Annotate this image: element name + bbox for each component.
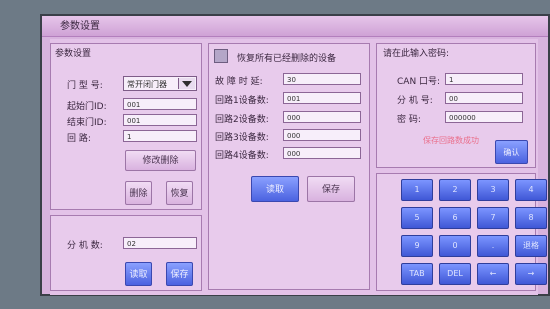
start-id-label: 起始门ID: [67,102,107,112]
loop1-count-label: 回路1设备数: [215,96,269,106]
loop-input[interactable]: 1 [123,130,197,142]
fault-delay-input[interactable]: 30 [283,73,361,85]
keypad-panel: 1 2 3 4 5 6 7 8 9 0 . 退格 TAB DEL ← → [376,173,547,291]
loop2-count-label: 回路2设备数: [215,115,269,125]
door-type-value: 常开闭门器 [127,80,167,89]
loop4-count-input[interactable]: 000 [283,147,361,159]
end-id-label: 结束门ID: [67,118,107,128]
restore-all-label: 恢复所有已经删除的设备 [237,54,337,64]
modify-delete-button[interactable]: 修改删除 [125,150,196,171]
key-1[interactable]: 1 [401,179,433,201]
delete-button[interactable]: 删除 [125,181,152,205]
content-area: 参数设置 门 型 号: 常开闭门器 起始门ID: 001 结束门ID: 00 1 … [50,39,547,295]
restore-button[interactable]: 恢复 [166,181,193,205]
restore-all-checkbox[interactable] [214,49,228,63]
save-success-hint: 保存回路数成功 [423,136,479,145]
key-2[interactable]: 2 [439,179,471,201]
save-button[interactable]: 保存 [166,262,193,286]
confirm-button[interactable]: 确认 [495,140,528,164]
left-panel-title: 参数设置 [55,49,92,59]
key-left[interactable]: ← [477,263,509,285]
loop2-count-input[interactable]: 000 [283,111,361,123]
loop4-count-label: 回路4设备数: [215,151,269,161]
start-id-input[interactable]: 001 [123,98,197,110]
extension-count-label: 分 机 数: [67,241,103,251]
key-7[interactable]: 7 [477,207,509,229]
password-input[interactable]: 000000 [445,111,523,123]
key-4[interactable]: 4 [515,179,547,201]
extension-count-input[interactable]: 02 [123,237,197,249]
loop3-count-input[interactable]: 000 [283,129,361,141]
can-port-label: CAN 口号: [397,77,441,87]
read-button[interactable]: 读取 [125,262,152,286]
loop-read-button[interactable]: 读取 [251,176,299,202]
key-5[interactable]: 5 [401,207,433,229]
loop1-count-input[interactable]: 001 [283,92,361,104]
can-port-input[interactable]: 1 [445,73,523,85]
loop3-count-label: 回路3设备数: [215,133,269,143]
chevron-down-icon[interactable] [178,78,195,89]
left-panel: 参数设置 门 型 号: 常开闭门器 起始门ID: 001 结束门ID: 001 … [50,43,202,210]
key-tab[interactable]: TAB [401,263,433,285]
fault-delay-label: 故 障 时 延: [215,77,263,87]
key-3[interactable]: 3 [477,179,509,201]
password-label: 密 码: [397,115,421,125]
extension-number-label: 分 机 号: [397,96,433,106]
key-backspace[interactable]: 退格 [515,235,547,257]
extension-panel: 分 机 数: 02 读取 保存 [50,215,202,291]
password-panel-title: 请在此输入密码: [383,49,450,59]
app-window: 参数设置 参数设置 门 型 号: 常开闭门器 起始门ID: 001 结束门ID:… [40,14,550,296]
key-9[interactable]: 9 [401,235,433,257]
key-6[interactable]: 6 [439,207,471,229]
loop-save-button[interactable]: 保存 [307,176,355,202]
door-type-label: 门 型 号: [67,81,103,91]
key-dot[interactable]: . [477,235,509,257]
key-right[interactable]: → [515,263,547,285]
extension-number-input[interactable]: 00 [445,92,523,104]
door-type-select[interactable]: 常开闭门器 [123,76,197,91]
key-0[interactable]: 0 [439,235,471,257]
window-title: 参数设置 [42,16,548,37]
key-8[interactable]: 8 [515,207,547,229]
password-panel: 请在此输入密码: CAN 口号: 1 分 机 号: 00 密 码: 000000… [376,43,536,168]
key-del[interactable]: DEL [439,263,471,285]
middle-panel: 恢复所有已经删除的设备 故 障 时 延: 30 回路1设备数: 001 回路2设… [208,43,370,290]
loop-label: 回 路: [67,134,91,144]
end-id-input[interactable]: 001 [123,114,197,126]
